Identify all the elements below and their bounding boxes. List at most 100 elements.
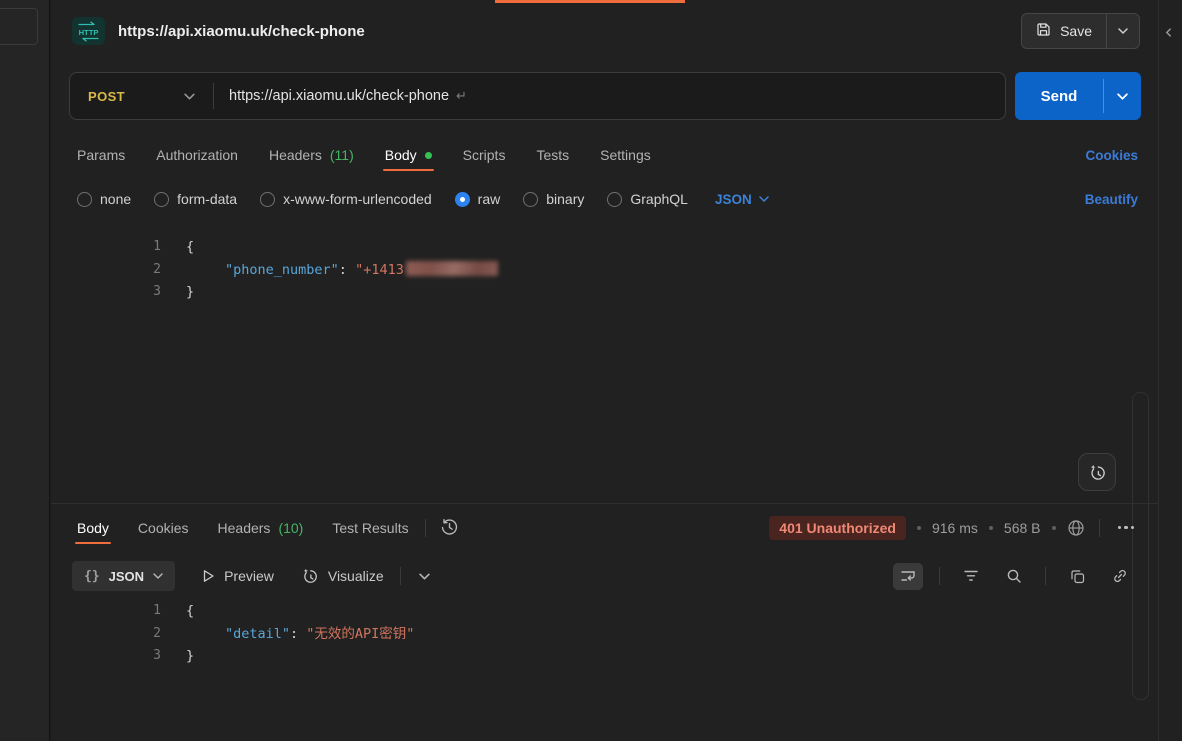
send-button-group: Send bbox=[1015, 72, 1141, 120]
url-input[interactable]: https://api.xiaomu.uk/check-phone↵ bbox=[214, 88, 467, 104]
tab-label: Settings bbox=[600, 147, 651, 163]
method-selector[interactable]: POST bbox=[70, 89, 213, 104]
tab-headers[interactable]: Headers (11) bbox=[269, 147, 354, 163]
preview-button[interactable]: Preview bbox=[202, 568, 274, 584]
radio-form-data[interactable]: form-data bbox=[154, 191, 237, 207]
radio-label: raw bbox=[478, 191, 501, 207]
body-type-options: none form-data x-www-form-urlencoded raw… bbox=[77, 186, 1138, 212]
radio-graphql[interactable]: GraphQL bbox=[607, 191, 688, 207]
visualize-button[interactable]: Visualize bbox=[301, 567, 384, 585]
tab-tests[interactable]: Tests bbox=[536, 147, 569, 163]
dot-separator bbox=[989, 526, 993, 530]
search-icon bbox=[1006, 568, 1022, 584]
json-value: "无效的API密钥" bbox=[306, 626, 414, 642]
request-title: https://api.xiaomu.uk/check-phone bbox=[118, 23, 365, 40]
response-header: Body Cookies Headers(10) Test Results 40… bbox=[51, 504, 1158, 551]
tab-label: Tests bbox=[536, 147, 569, 163]
request-body-editor[interactable]: 1 { 2 "phone_number": "+1413 3 } bbox=[51, 236, 1158, 503]
response-format-dropdown[interactable]: {} JSON bbox=[72, 561, 175, 591]
chevron-down-icon bbox=[419, 573, 430, 580]
save-options-button[interactable] bbox=[1107, 14, 1139, 48]
divider bbox=[1099, 519, 1100, 537]
radio-circle bbox=[607, 192, 622, 207]
link-button[interactable] bbox=[1105, 563, 1135, 590]
radio-raw[interactable]: raw bbox=[455, 191, 501, 207]
code-token: } bbox=[186, 284, 194, 300]
response-format-label: JSON bbox=[109, 569, 144, 584]
radio-none[interactable]: none bbox=[77, 191, 131, 207]
more-views-button[interactable] bbox=[419, 573, 430, 580]
beautify-link[interactable]: Beautify bbox=[1085, 192, 1138, 207]
response-tab-body[interactable]: Body bbox=[77, 520, 109, 536]
tab-scripts[interactable]: Scripts bbox=[463, 147, 506, 163]
line-number: 3 bbox=[51, 645, 161, 668]
more-options-icon[interactable] bbox=[1114, 526, 1139, 530]
cookies-link[interactable]: Cookies bbox=[1085, 148, 1138, 163]
response-tab-test-results[interactable]: Test Results bbox=[332, 520, 408, 536]
send-options-button[interactable] bbox=[1104, 72, 1141, 120]
response-size[interactable]: 568 B bbox=[1004, 520, 1041, 536]
url-value: https://api.xiaomu.uk/check-phone bbox=[229, 88, 449, 104]
tab-body[interactable]: Body bbox=[385, 147, 432, 163]
radio-label: x-www-form-urlencoded bbox=[283, 191, 432, 207]
chevron-down-icon bbox=[153, 573, 163, 579]
collapse-panel-icon[interactable] bbox=[1164, 24, 1173, 42]
wrap-lines-button[interactable] bbox=[893, 563, 923, 590]
json-key: "detail" bbox=[225, 626, 290, 642]
network-info-button[interactable] bbox=[1067, 519, 1085, 537]
tab-label: Scripts bbox=[463, 147, 506, 163]
json-key: "phone_number" bbox=[225, 262, 339, 278]
headers-count: (11) bbox=[330, 147, 354, 163]
divider bbox=[400, 567, 401, 585]
sparkle-bot-icon bbox=[1088, 463, 1107, 482]
response-tab-cookies[interactable]: Cookies bbox=[138, 520, 189, 536]
line-number: 1 bbox=[51, 236, 161, 259]
dot-separator bbox=[1052, 526, 1056, 530]
radio-circle bbox=[154, 192, 169, 207]
code-token: { bbox=[186, 239, 194, 255]
tab-settings[interactable]: Settings bbox=[600, 147, 651, 163]
response-body-editor[interactable]: 1 { 2 "detail": "无效的API密钥" 3 } bbox=[51, 600, 1158, 741]
tab-label: Authorization bbox=[156, 147, 238, 163]
postbot-ai-button[interactable] bbox=[1078, 453, 1116, 491]
status-badge[interactable]: 401 Unauthorized bbox=[769, 516, 906, 540]
radio-binary[interactable]: binary bbox=[523, 191, 584, 207]
radio-label: form-data bbox=[177, 191, 237, 207]
tab-label: Cookies bbox=[138, 520, 189, 536]
tab-authorization[interactable]: Authorization bbox=[156, 147, 238, 163]
code-line: 1 { bbox=[51, 236, 1158, 259]
filter-icon bbox=[963, 570, 979, 582]
search-button[interactable] bbox=[999, 563, 1029, 590]
response-history-button[interactable] bbox=[440, 518, 459, 537]
copy-icon bbox=[1070, 569, 1085, 584]
method-label: POST bbox=[88, 89, 125, 104]
divider bbox=[939, 567, 940, 585]
sparkle-visualize-icon bbox=[301, 567, 319, 585]
code-line: 3 } bbox=[51, 645, 1158, 668]
tab-label: Body bbox=[77, 520, 109, 536]
sidebar-collapsed-item[interactable] bbox=[0, 8, 38, 45]
main-panel: HTTP https://api.xiaomu.uk/check-phone S… bbox=[51, 0, 1158, 741]
filter-button[interactable] bbox=[956, 563, 986, 590]
response-time[interactable]: 916 ms bbox=[932, 520, 978, 536]
raw-format-dropdown[interactable]: JSON bbox=[715, 192, 769, 207]
tab-label: Headers bbox=[269, 147, 322, 163]
request-header-bar: HTTP https://api.xiaomu.uk/check-phone S… bbox=[51, 0, 1158, 62]
save-button-group: Save bbox=[1021, 13, 1140, 49]
radio-x-www-form-urlencoded[interactable]: x-www-form-urlencoded bbox=[260, 191, 432, 207]
left-sidebar bbox=[0, 0, 50, 741]
tab-params[interactable]: Params bbox=[77, 147, 125, 163]
code-token: : bbox=[290, 626, 306, 642]
save-button[interactable]: Save bbox=[1022, 14, 1106, 48]
send-button[interactable]: Send bbox=[1015, 72, 1103, 120]
response-tab-headers[interactable]: Headers(10) bbox=[218, 520, 304, 536]
code-line: 3 } bbox=[51, 281, 1158, 304]
code-token: { bbox=[186, 603, 194, 619]
format-label: JSON bbox=[715, 192, 752, 207]
radio-label: binary bbox=[546, 191, 584, 207]
copy-button[interactable] bbox=[1062, 563, 1092, 590]
svg-text:HTTP: HTTP bbox=[79, 28, 99, 37]
wrap-lines-icon bbox=[900, 569, 916, 583]
chevron-down-icon bbox=[1118, 28, 1128, 34]
response-meta: 401 Unauthorized 916 ms 568 B bbox=[769, 516, 1138, 540]
